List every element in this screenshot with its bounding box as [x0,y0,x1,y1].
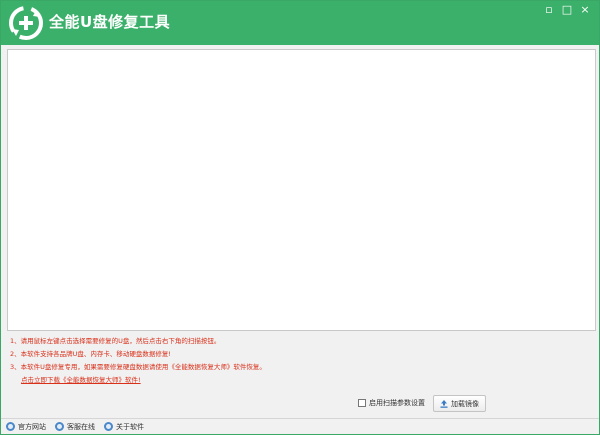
chat-icon [55,422,64,431]
instruction-line-1: 1、请用鼠标左键点击选择需要修复的U盘，然后点击右下角的扫描按钮。 [10,337,221,345]
device-list-panel[interactable] [7,49,596,331]
circular-arrows-plus-icon [9,6,43,40]
scan-settings-toggle[interactable]: 启用扫描参数设置 [358,398,425,408]
scan-settings-label: 启用扫描参数设置 [369,399,425,407]
title-bar[interactable]: 全能U盘修复工具 ▫ □ × [1,1,599,45]
online-support-link[interactable]: 客服在线 [55,422,95,432]
instruction-line-3: 3、本软件U盘修复专用，如果需要修复硬盘数据请使用《全能数据恢复大师》软件恢复。 [10,363,266,371]
load-image-label: 加载镜像 [451,399,479,408]
close-button[interactable]: × [577,3,593,17]
upload-icon [440,399,448,408]
maximize-button[interactable]: □ [559,3,575,17]
app-window: 全能U盘修复工具 ▫ □ × 1、请用鼠标左键点击选择需要修复的U盘，然后点击右… [0,0,600,435]
status-bar: 官方网站 客服在线 关于软件 [1,418,599,434]
official-site-link[interactable]: 官方网站 [6,422,46,432]
download-link[interactable]: 点击立即下载《全能数据恢复大师》软件! [10,374,570,387]
load-image-button[interactable]: 加载镜像 [433,395,486,412]
official-site-label: 官方网站 [18,422,46,431]
about-link[interactable]: 关于软件 [104,422,144,432]
instruction-line-2: 2、本软件支持各品牌U盘、内存卡、移动硬盘数据修复! [10,350,171,358]
globe-icon [6,422,15,431]
online-support-label: 客服在线 [67,422,95,431]
instructions: 1、请用鼠标左键点击选择需要修复的U盘，然后点击右下角的扫描按钮。 2、本软件支… [10,335,570,387]
about-label: 关于软件 [116,422,144,431]
info-icon [104,422,113,431]
app-title: 全能U盘修复工具 [49,13,171,31]
scan-settings-checkbox[interactable] [358,399,366,407]
minimize-button[interactable]: ▫ [541,3,557,17]
window-controls: ▫ □ × [541,3,593,17]
